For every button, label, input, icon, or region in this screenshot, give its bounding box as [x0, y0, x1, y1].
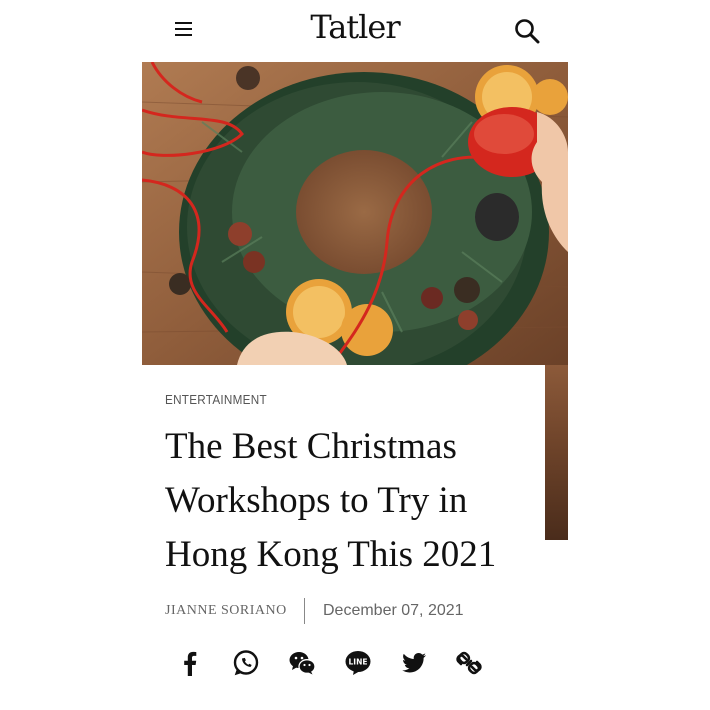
meta-divider [304, 598, 305, 624]
twitter-icon[interactable] [400, 649, 428, 677]
copy-link-icon[interactable] [455, 649, 483, 677]
wechat-icon[interactable] [288, 649, 316, 677]
article-title: The Best Christmas Workshops to Try in H… [165, 426, 497, 575]
article-date: December 07, 2021 [323, 602, 464, 619]
hero-image-overflow-strip [545, 365, 568, 540]
svg-text:LINE: LINE [349, 658, 368, 667]
brand-logo[interactable]: Tatler [300, 8, 410, 46]
hero-image [142, 62, 568, 365]
hamburger-menu-icon[interactable] [175, 22, 192, 36]
facebook-icon[interactable] [176, 649, 204, 677]
article-author[interactable]: JIANNE SORIANO [165, 603, 287, 619]
whatsapp-icon[interactable] [232, 649, 260, 677]
search-icon[interactable] [514, 18, 540, 44]
article-category[interactable]: ENTERTAINMENT [165, 392, 267, 407]
line-icon[interactable]: LINE [344, 649, 372, 677]
